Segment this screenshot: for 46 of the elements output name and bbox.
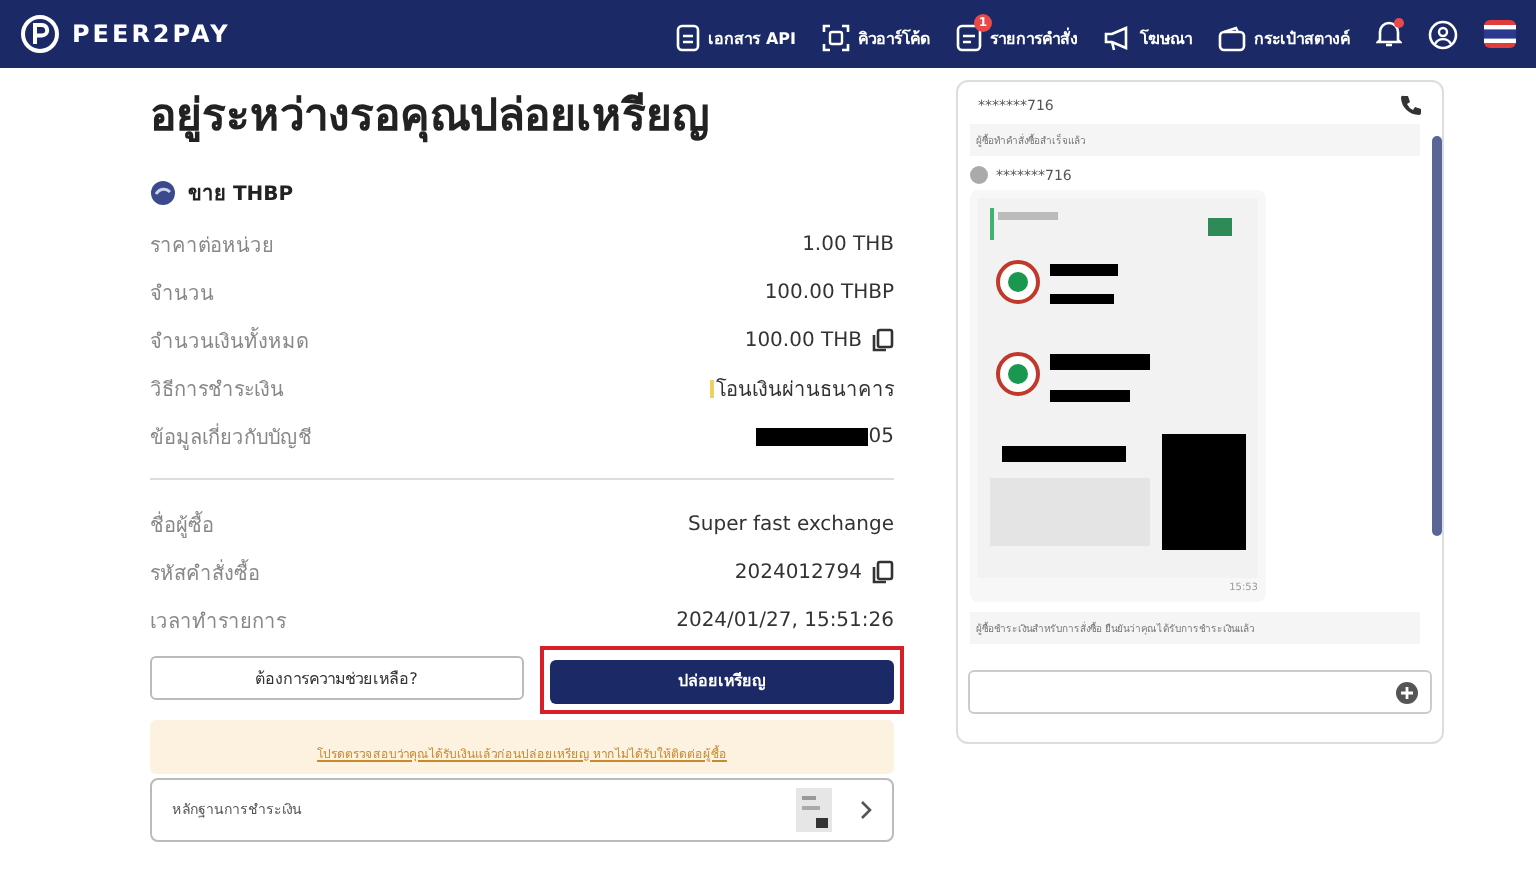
nav-link[interactable]: เอกสาร API — [676, 12, 796, 56]
help-button[interactable]: ต้องการความช่วยเหลือ? — [150, 656, 523, 700]
redaction-bar — [756, 427, 869, 445]
trade-side: ขาย THBP — [188, 182, 294, 208]
field-label: ข้อมูลเกี่ยวกับบัญชี — [150, 421, 312, 451]
logo-icon — [20, 14, 60, 54]
field-label: รหัสคำสั่งซื้อ — [150, 557, 260, 587]
megaphone-icon — [1104, 25, 1132, 51]
flag-icon[interactable] — [1484, 20, 1516, 48]
list-icon — [956, 24, 982, 52]
field-label: ชื่อผู้ซื้อ — [150, 509, 214, 539]
copy-icon[interactable] — [872, 560, 894, 584]
chevron-icon — [860, 799, 872, 819]
nav-link[interactable]: โฆษณา — [1104, 13, 1192, 55]
wallet-icon — [1218, 25, 1246, 51]
coin-icon — [150, 180, 176, 206]
user-icon[interactable] — [1428, 19, 1458, 49]
field-value: 1.00 THB — [802, 233, 894, 255]
field-label: วิธีการชำระเงิน — [150, 377, 284, 403]
add-icon[interactable] — [1396, 681, 1418, 703]
field-value: 100.00 THB — [744, 329, 862, 351]
phone-icon[interactable] — [1400, 94, 1422, 116]
field-value: 05 — [868, 425, 894, 447]
nav-link[interactable]: คิวอาร์โค้ด — [822, 12, 930, 56]
nav-link[interactable]: กระเป๋าสตางค์ — [1218, 13, 1350, 55]
field-label: จำนวนเงินทั้งหมด — [150, 325, 308, 355]
field-value: 2024012794 — [734, 561, 862, 583]
method-marker — [710, 379, 714, 397]
message-input[interactable] — [968, 670, 1432, 714]
scrollbar[interactable] — [1432, 136, 1442, 536]
field-value: โอนเงินผ่านธนาคาร — [716, 376, 894, 403]
brand-name: PEER2PAY — [72, 20, 231, 48]
scan-icon — [822, 24, 850, 52]
document-icon — [676, 24, 701, 52]
field-label: เวลาทำรายการ — [150, 609, 286, 635]
release-button[interactable]: ปล่อยเหรียญ — [549, 659, 894, 703]
field-label: จำนวน — [150, 281, 214, 307]
field-value: 100.00 THBP — [764, 281, 894, 303]
avatar-icon — [970, 166, 988, 184]
field-label: ราคาต่อหน่วย — [150, 233, 274, 259]
bell-icon[interactable] — [1376, 20, 1402, 48]
copy-icon[interactable] — [872, 328, 894, 352]
field-value: 2024/01/27, 15:51:26 — [676, 609, 894, 631]
thumbnail-icon — [796, 787, 832, 831]
field-value: Super fast exchange — [688, 513, 894, 535]
page-title: อยู่ระหว่างรอคุณปล่อยเหรียญ — [150, 90, 712, 147]
